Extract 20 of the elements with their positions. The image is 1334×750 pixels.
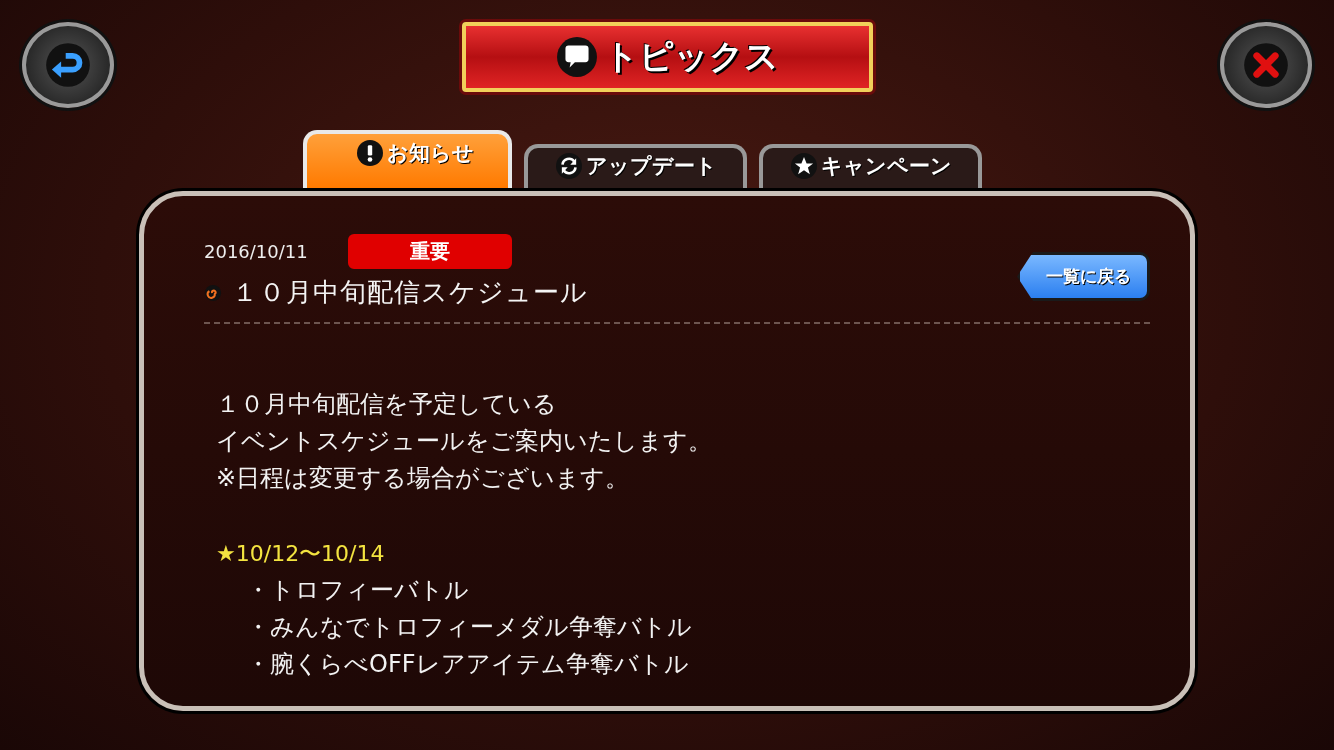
banner-title: トピックス (603, 35, 779, 78)
schedule-heading: ★10/12〜10/14 (216, 540, 386, 568)
speech-bubble-icon (555, 36, 598, 78)
close-button[interactable] (1220, 22, 1312, 108)
close-icon (1243, 42, 1289, 88)
swirl-icon (204, 283, 222, 302)
tab[interactable]: キャンペーン (758, 144, 982, 188)
event-item: ・みんなでトロフィーメダル争奪バトル (246, 612, 693, 643)
body-text: イベントスケジュールをご案内いたします。 (216, 426, 713, 457)
article-date: 2016/10/11 (204, 241, 308, 262)
refresh-icon (555, 153, 582, 179)
importance-badge: 重要 (347, 234, 512, 269)
body-text: ※日程は変更する場合がございます。 (216, 463, 631, 494)
exclamation-icon (356, 140, 383, 166)
article-title: １０月中旬配信スケジュール (232, 276, 588, 309)
back-button[interactable] (22, 22, 114, 108)
event-item: ・トロフィーバトル (246, 575, 470, 606)
body-text: １０月中旬配信を予定している (216, 389, 558, 420)
tab[interactable]: アップデート (523, 144, 747, 188)
event-item: ・腕くらべOFFレアアイテム争奪バトル (246, 649, 690, 680)
